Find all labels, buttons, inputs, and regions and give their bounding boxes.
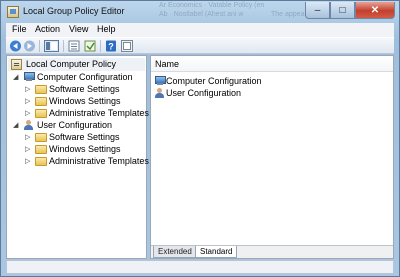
- view-tabs: Extended Standard: [151, 245, 393, 258]
- folder-icon: [35, 132, 47, 144]
- expand-arrow-icon[interactable]: ▷: [25, 85, 30, 93]
- expand-arrow-icon[interactable]: ▷: [25, 97, 30, 105]
- tab-standard[interactable]: Standard: [195, 246, 237, 258]
- menu-file[interactable]: File: [12, 24, 27, 34]
- toolbar-separator: [100, 40, 101, 52]
- folder-icon: [35, 156, 47, 168]
- toolbar: ?: [6, 37, 394, 54]
- collapse-arrow-icon[interactable]: ◢: [13, 121, 18, 129]
- app-window: Local Group Policy Editor Ar Economics ·…: [0, 0, 400, 277]
- tree-node-label: Administrative Templates: [49, 108, 149, 118]
- menu-view[interactable]: View: [69, 24, 88, 34]
- tree-node-label: Administrative Templates: [49, 156, 149, 166]
- expand-arrow-icon[interactable]: ▷: [25, 133, 30, 141]
- list-item-label: Computer Configuration: [166, 76, 262, 86]
- properties-icon[interactable]: [84, 40, 97, 52]
- policy-editor-icon: [7, 6, 19, 18]
- menu-help[interactable]: Help: [97, 24, 116, 34]
- details-pane: Name Computer Configuration User Configu…: [150, 55, 394, 259]
- policy-icon: [11, 59, 22, 72]
- background-window-text: Ab · Nostlabel (Ahest ani w: [159, 11, 244, 18]
- tree-node-label: Software Settings: [49, 84, 120, 94]
- maximize-button[interactable]: □: [330, 2, 355, 19]
- console-tree[interactable]: Local Computer Policy ◢ Computer Configu…: [6, 55, 149, 259]
- computer-icon: [154, 76, 166, 88]
- expand-arrow-icon[interactable]: ▷: [25, 109, 30, 117]
- toolbar-separator: [63, 40, 64, 52]
- back-arrow-icon[interactable]: [9, 40, 22, 52]
- status-bar: [6, 260, 394, 274]
- tree-node-label: Windows Settings: [49, 144, 121, 154]
- tree-node-label: Computer Configuration: [37, 72, 133, 82]
- list-item-label: User Configuration: [166, 88, 242, 98]
- computer-icon: [23, 72, 35, 84]
- window-title: Local Group Policy Editor: [23, 6, 125, 16]
- close-icon: ✕: [370, 4, 380, 16]
- folder-icon: [35, 96, 47, 108]
- show-hide-tree-icon[interactable]: [44, 40, 59, 52]
- folder-icon: [35, 144, 47, 156]
- help-icon[interactable]: ?: [105, 40, 118, 52]
- column-header-label: Name: [155, 59, 180, 69]
- close-button[interactable]: ✕: [355, 2, 395, 19]
- column-header-name[interactable]: Name: [151, 56, 393, 72]
- tree-node-label: User Configuration: [37, 120, 113, 130]
- extended-view-icon[interactable]: [121, 40, 134, 52]
- title-bar[interactable]: Local Group Policy Editor Ar Economics ·…: [1, 1, 399, 23]
- background-window-text: Ar Economics · Vatable Policy (en: [159, 2, 265, 9]
- expand-arrow-icon[interactable]: ▷: [25, 157, 30, 165]
- user-icon: [154, 88, 166, 100]
- tree-node-label: Local Computer Policy: [26, 59, 117, 69]
- collapse-arrow-icon[interactable]: ◢: [13, 73, 18, 81]
- menu-action[interactable]: Action: [35, 24, 60, 34]
- export-list-icon[interactable]: [68, 40, 81, 52]
- forward-arrow-icon[interactable]: [23, 40, 36, 52]
- tree-node-label: Software Settings: [49, 132, 120, 142]
- minimize-icon: –: [314, 4, 321, 16]
- expand-arrow-icon[interactable]: ▷: [25, 145, 30, 153]
- menu-bar: File Action View Help: [6, 23, 394, 37]
- tab-extended[interactable]: Extended: [153, 246, 196, 258]
- toolbar-separator: [39, 40, 40, 52]
- user-icon: [23, 120, 35, 132]
- minimize-button[interactable]: –: [305, 2, 330, 19]
- tree-node-label: Windows Settings: [49, 96, 121, 106]
- folder-icon: [35, 84, 47, 96]
- maximize-icon: □: [339, 4, 346, 16]
- folder-icon: [35, 108, 47, 120]
- svg-text:?: ?: [108, 42, 114, 52]
